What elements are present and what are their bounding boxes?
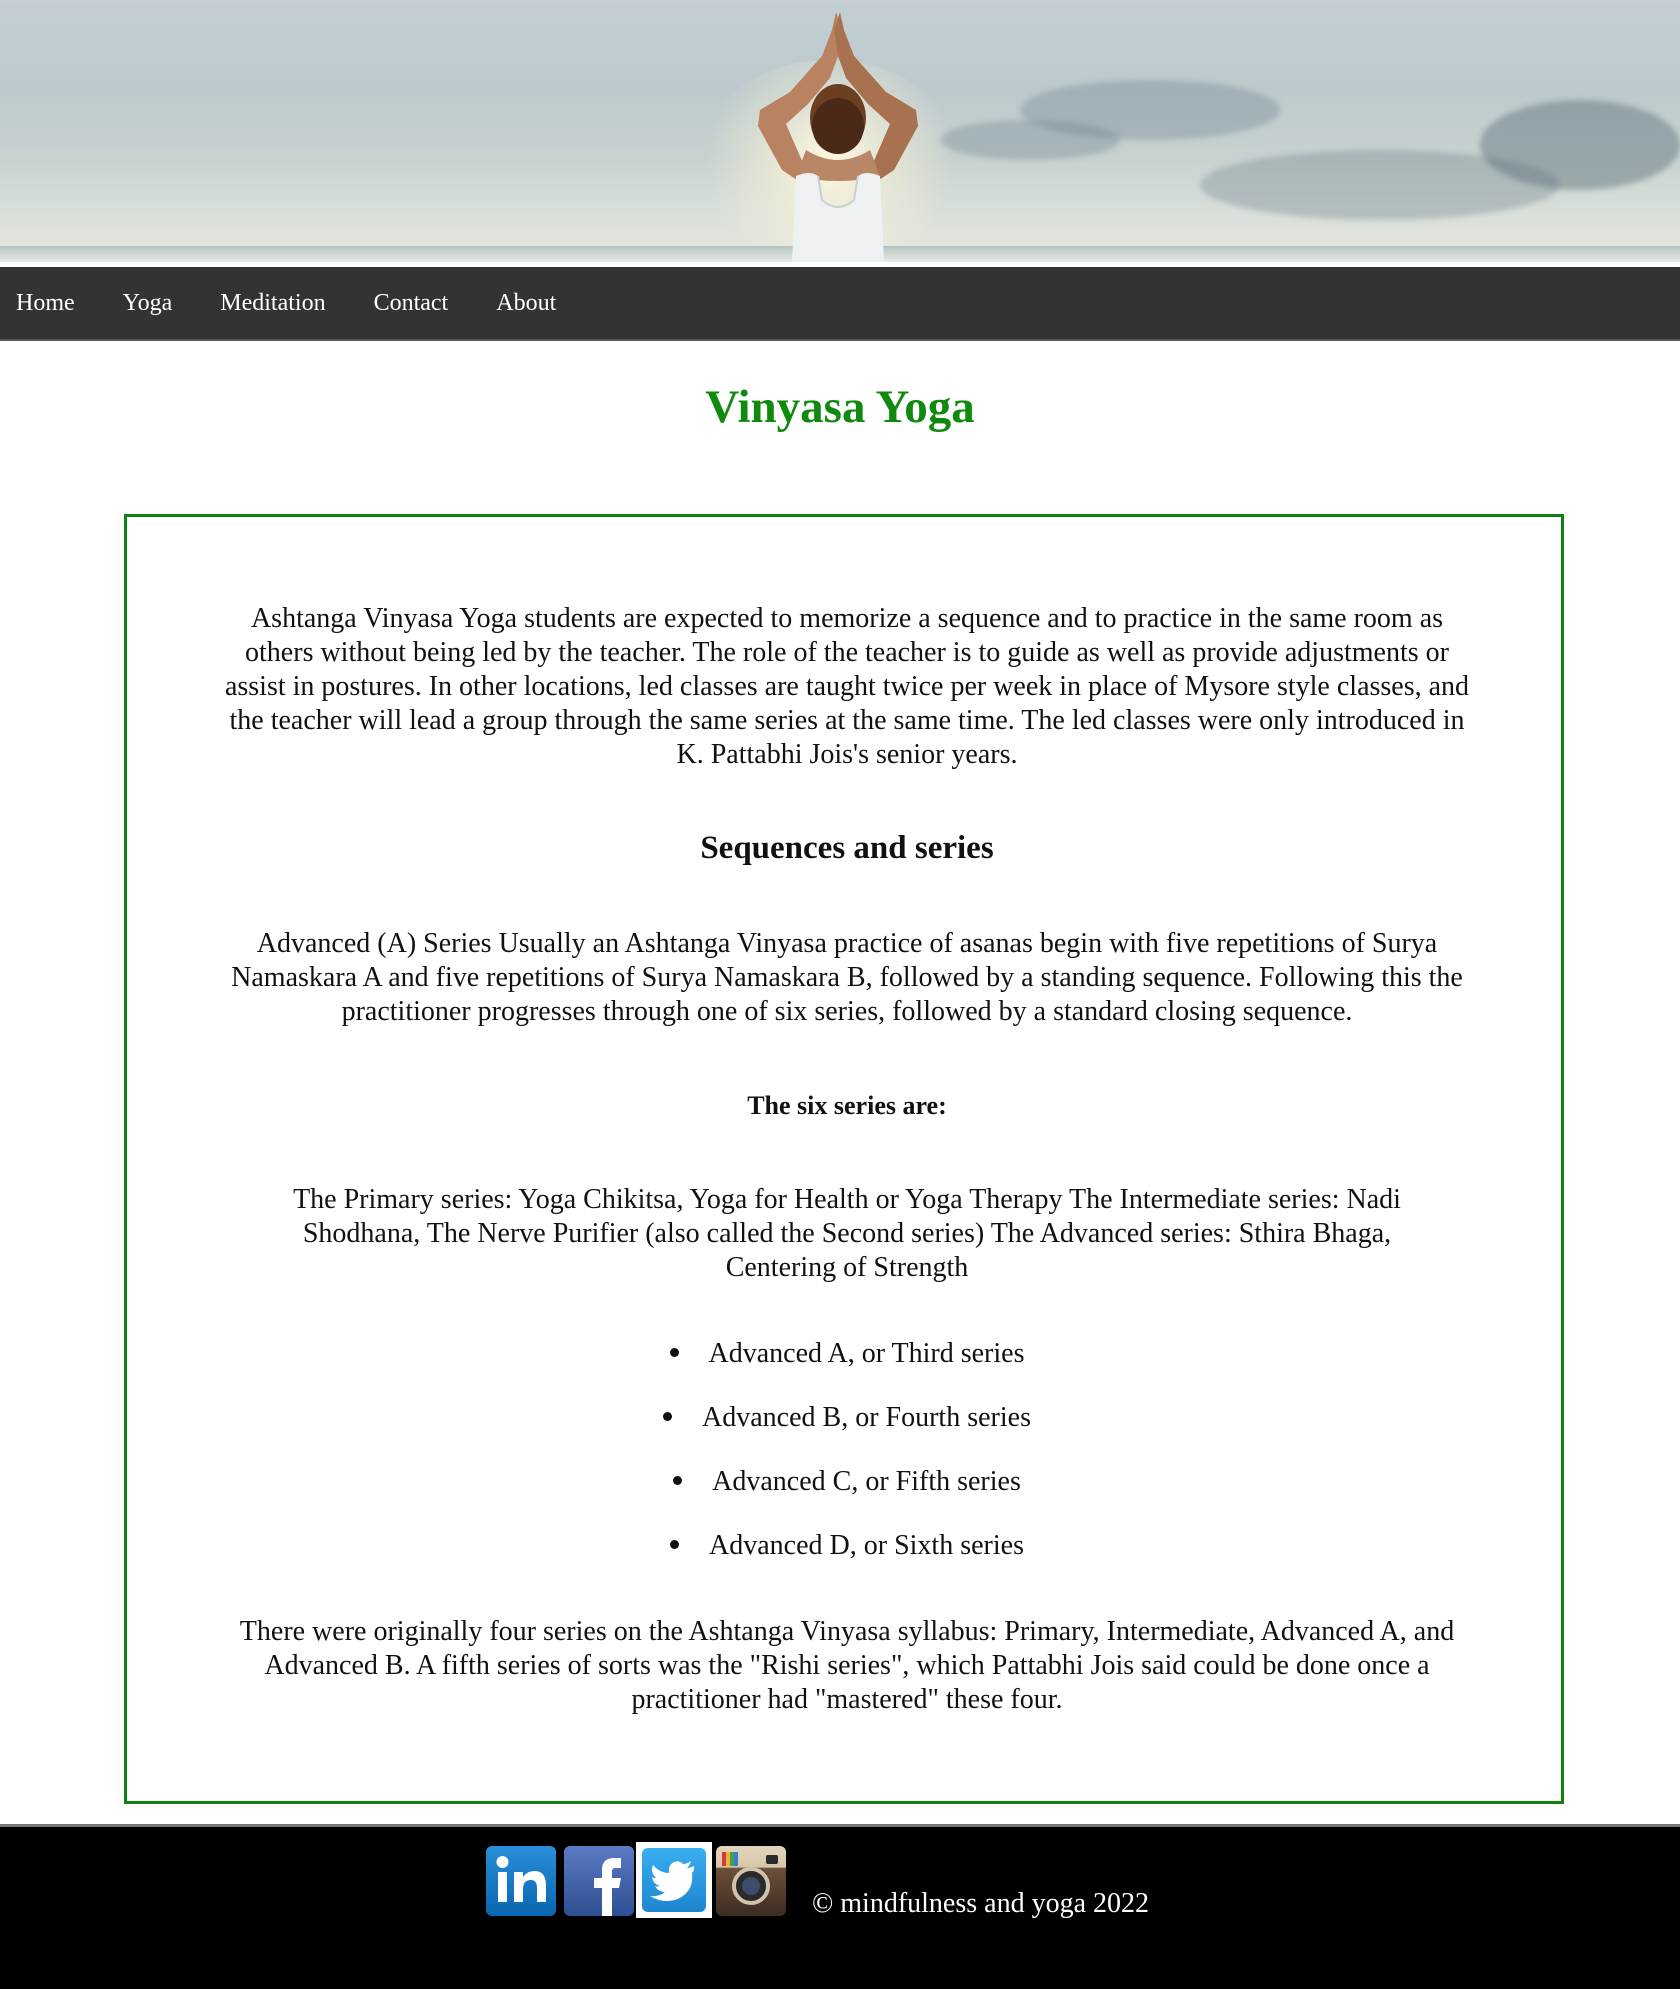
bullet-icon bbox=[669, 1348, 679, 1358]
twitter-icon[interactable] bbox=[642, 1848, 706, 1912]
nav-item-home[interactable]: Home bbox=[0, 267, 99, 339]
copyright-text: © mindfulness and yoga 2022 bbox=[812, 1888, 1150, 1919]
page-title: Vinyasa Yoga bbox=[705, 381, 975, 433]
nav-item-about[interactable]: About bbox=[480, 267, 580, 339]
bullet-icon bbox=[663, 1412, 673, 1422]
section-heading: Sequences and series bbox=[700, 830, 994, 866]
facebook-icon[interactable] bbox=[564, 1846, 634, 1916]
list-item-label: Advanced D, or Sixth series bbox=[709, 1530, 1024, 1561]
nav-item-contact[interactable]: Contact bbox=[358, 267, 473, 339]
intro-paragraph: Ashtanga Vinyasa Yoga students are expec… bbox=[224, 603, 1470, 770]
linkedin-icon[interactable] bbox=[486, 1846, 556, 1916]
series-list: Advanced A, or Third series Advanced B, … bbox=[217, 1337, 1477, 1563]
bullet-icon bbox=[673, 1476, 683, 1486]
nav-item-yoga[interactable]: Yoga bbox=[107, 267, 197, 339]
nav-item-meditation[interactable]: Meditation bbox=[204, 267, 349, 339]
list-item-label: Advanced A, or Third series bbox=[708, 1338, 1025, 1369]
series-paragraph: The Primary series: Yoga Chikitsa, Yoga … bbox=[293, 1184, 1401, 1283]
yoga-pose-figure bbox=[758, 12, 918, 262]
instagram-icon[interactable] bbox=[716, 1846, 786, 1916]
list-item: Advanced B, or Fourth series bbox=[217, 1401, 1477, 1435]
list-item: Advanced A, or Third series bbox=[217, 1337, 1477, 1371]
list-item: Advanced C, or Fifth series bbox=[217, 1465, 1477, 1499]
advanced-series-paragraph: Advanced (A) Series Usually an Ashtanga … bbox=[231, 928, 1463, 1027]
list-item-label: Advanced B, or Fourth series bbox=[702, 1402, 1031, 1433]
list-item: Advanced D, or Sixth series bbox=[217, 1529, 1477, 1563]
main-navigation: Home Yoga Meditation Contact About bbox=[0, 267, 1680, 341]
content-box: Ashtanga Vinyasa Yoga students are expec… bbox=[124, 514, 1564, 1804]
closing-paragraph: There were originally four series on the… bbox=[239, 1616, 1455, 1715]
header-banner-image bbox=[0, 0, 1680, 262]
content-body: Ashtanga Vinyasa Yoga students are expec… bbox=[217, 602, 1477, 1717]
bullet-icon bbox=[670, 1540, 680, 1550]
list-item-label: Advanced C, or Fifth series bbox=[712, 1466, 1021, 1497]
six-series-heading: The six series are: bbox=[747, 1091, 947, 1120]
